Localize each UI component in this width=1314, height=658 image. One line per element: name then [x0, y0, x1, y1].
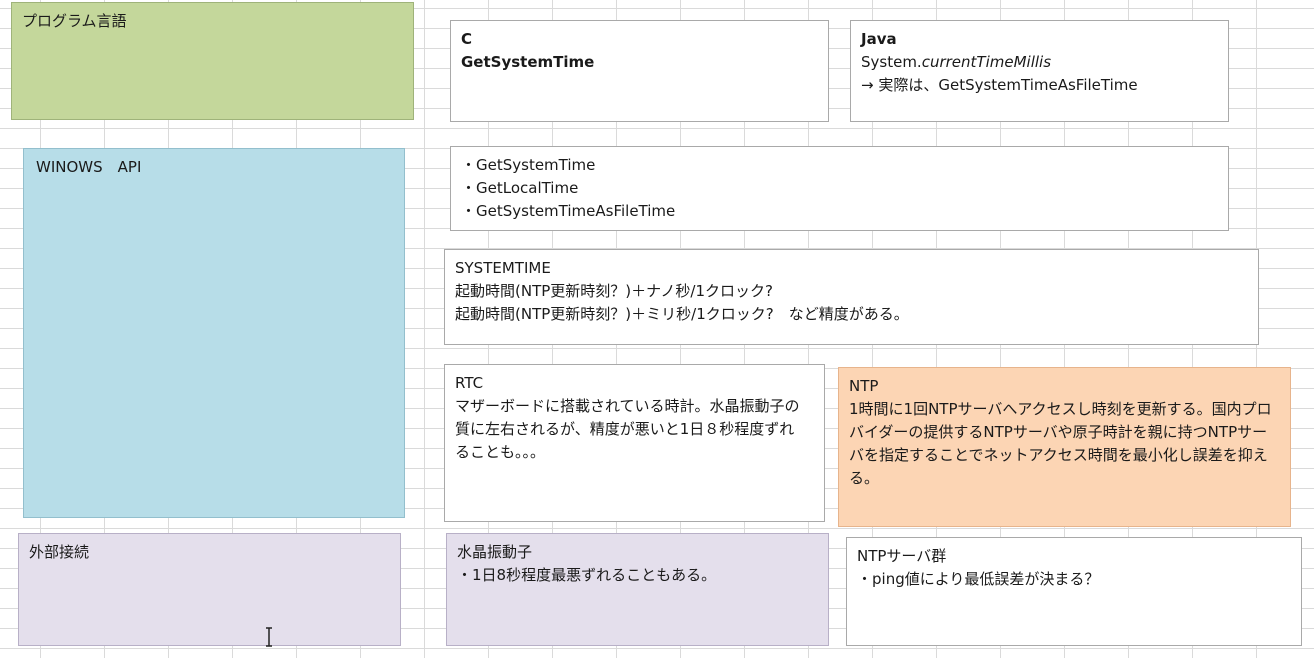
api-list-box[interactable]: ・GetSystemTime ・GetLocalTime ・GetSystemT…: [450, 146, 1229, 231]
ntp-body: 1時間に1回NTPサーバへアクセスし時刻を更新する。国内プロバイダーの提供するN…: [849, 400, 1272, 487]
external-connection-box[interactable]: 外部接続: [18, 533, 401, 646]
ntp-servers-title: NTPサーバ群: [857, 547, 947, 565]
ntp-box[interactable]: NTP 1時間に1回NTPサーバへアクセスし時刻を更新する。国内プロバイダーの提…: [838, 367, 1291, 527]
api-item-getsystemtimeasfiletime: ・GetSystemTimeAsFileTime: [461, 202, 676, 220]
ntp-title: NTP: [849, 377, 879, 395]
crystal-title: 水晶振動子: [457, 543, 533, 561]
c-box[interactable]: C GetSystemTime: [450, 20, 829, 122]
rtc-box[interactable]: RTC マザーボードに搭載されている時計。水晶振動子の質に左右されるが、精度が悪…: [444, 364, 825, 522]
systemtime-box[interactable]: SYSTEMTIME 起動時間(NTP更新時刻？)＋ナノ秒/1クロック? 起動時…: [444, 249, 1259, 345]
text-cursor-icon: [266, 627, 272, 647]
systemtime-nano: 起動時間(NTP更新時刻？)＋ナノ秒/1クロック?: [455, 282, 773, 300]
java-method-class: System.: [861, 53, 922, 71]
java-box[interactable]: Java System.currentTimeMillis → 実際は、GetS…: [850, 20, 1229, 122]
prog-lang-box[interactable]: プログラム言語: [11, 2, 414, 120]
ntp-servers-box[interactable]: NTPサーバ群 ・ping値により最低誤差が決まる？: [846, 537, 1302, 646]
prog-lang-title: プログラム言語: [22, 12, 127, 30]
c-title: C: [461, 30, 473, 48]
c-function: GetSystemTime: [461, 53, 595, 71]
crystal-box[interactable]: 水晶振動子 ・1日8秒程度最悪ずれることもある。: [446, 533, 829, 646]
winapi-box[interactable]: WINOWS API: [23, 148, 405, 518]
java-method: System.currentTimeMillis: [861, 51, 1218, 74]
rtc-body: マザーボードに搭載されている時計。水晶振動子の質に左右されるが、精度が悪いと1日…: [455, 397, 800, 461]
systemtime-milli: 起動時間(NTP更新時刻？)＋ミリ秒/1クロック? など精度がある。: [455, 305, 909, 323]
rtc-title: RTC: [455, 374, 484, 392]
java-actual: → 実際は、GetSystemTimeAsFileTime: [861, 76, 1138, 94]
java-method-name: currentTimeMillis: [921, 53, 1052, 71]
external-connection-title: 外部接続: [29, 543, 90, 561]
api-item-getsystemtime: ・GetSystemTime: [461, 156, 596, 174]
java-title: Java: [861, 30, 897, 48]
winapi-title: WINOWS API: [36, 158, 142, 176]
api-item-getlocaltime: ・GetLocalTime: [461, 179, 579, 197]
ntp-servers-body: ・ping値により最低誤差が決まる？: [857, 570, 1100, 588]
systemtime-title: SYSTEMTIME: [455, 259, 551, 277]
crystal-body: ・1日8秒程度最悪ずれることもある。: [457, 566, 717, 584]
